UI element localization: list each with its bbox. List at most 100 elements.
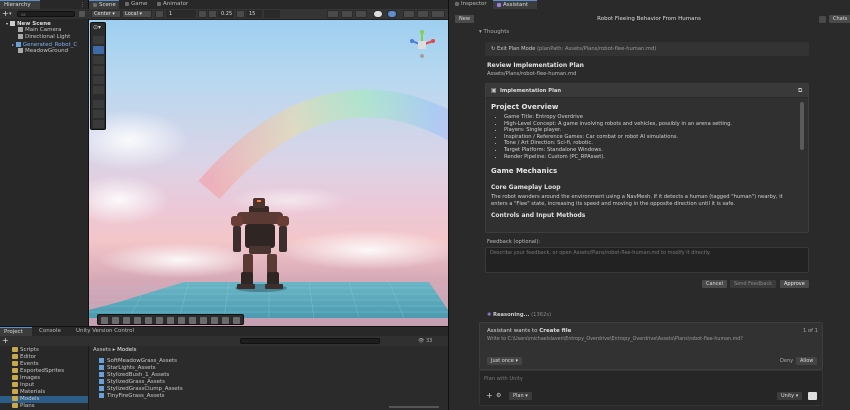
thoughts-toggle[interactable]: ▾ Thoughts — [479, 29, 509, 36]
copy-icon[interactable]: ⧉ — [798, 85, 802, 97]
overlay-tool-12-icon[interactable] — [222, 317, 229, 324]
approve-button[interactable]: Approve — [780, 280, 809, 288]
angle-value-field[interactable]: 15 — [246, 10, 262, 18]
overlay-tool-4-icon[interactable] — [134, 317, 141, 324]
stop-button[interactable] — [808, 392, 817, 400]
orientation-gizmo[interactable] — [403, 28, 441, 62]
plan-scrollbar[interactable] — [800, 102, 804, 150]
hierarchy-item-directional-light[interactable]: Directional Light — [0, 34, 88, 41]
sphere-shading-icon[interactable] — [373, 10, 383, 18]
chats-button[interactable]: Chats — [829, 15, 850, 23]
feedback-input[interactable]: Describe your feedback, or open Assets/P… — [485, 247, 809, 273]
snap-value-field[interactable]: 0.25 — [218, 10, 234, 18]
overlay-tool-1-icon[interactable] — [101, 317, 108, 324]
space-mode-dropdown[interactable]: Local ▾ — [122, 10, 152, 18]
asset-item[interactable]: StylizedGrassClump_Assets — [99, 386, 183, 393]
snap-increment-icon[interactable] — [208, 10, 217, 18]
draw-mode-icon[interactable] — [327, 10, 339, 18]
tab-inspector[interactable]: Inspector — [451, 0, 491, 9]
rotate-tool-icon[interactable] — [93, 56, 104, 64]
hierarchy-item-generated-robot[interactable]: ▸ Generated_Robot_C — [0, 41, 88, 48]
effects-icon[interactable] — [403, 10, 415, 18]
just-once-dropdown[interactable]: Just once ▾ — [487, 357, 522, 365]
tab-console[interactable]: Console — [35, 327, 69, 336]
cancel-button[interactable]: Cancel — [702, 280, 727, 288]
overlay-tool-8-icon[interactable] — [178, 317, 185, 324]
hierarchy-item-new-scene[interactable]: ▾ New Scene — [0, 20, 88, 27]
overlay-tool-10-icon[interactable] — [200, 317, 207, 324]
lighting-toggle-icon[interactable] — [355, 10, 367, 18]
overlay-tool-7-icon[interactable] — [167, 317, 174, 324]
overlay-menu-icon[interactable]: ⊙▾ — [93, 24, 104, 31]
asset-item[interactable]: StylizedGrass_Assets — [99, 379, 165, 386]
tab-assistant[interactable]: Assistant — [493, 0, 537, 9]
folder-materials[interactable]: Materials — [12, 389, 45, 396]
grid-value-field[interactable]: 1 — [166, 10, 196, 18]
new-chat-button[interactable]: New — [455, 15, 474, 23]
folder-models[interactable]: Models — [0, 396, 88, 403]
ai-tool-icon[interactable] — [93, 110, 104, 118]
hierarchy-item-meadow-ground[interactable]: MeadowGround — [0, 48, 88, 55]
folder-exported-sprites[interactable]: ExportedSprites — [12, 368, 64, 375]
extra-tool-icon[interactable] — [93, 120, 104, 128]
overlay-tool-5-icon[interactable] — [145, 317, 152, 324]
tab-hierarchy[interactable]: Hierarchy — [0, 0, 40, 9]
tab-game[interactable]: Game — [121, 0, 151, 9]
view-tool-icon[interactable] — [93, 36, 104, 44]
tab-animator[interactable]: Animator — [153, 0, 195, 9]
asset-item[interactable]: StylizedBush_1_Assets — [99, 372, 169, 379]
project-add-button[interactable]: + — [2, 336, 9, 346]
expand-arrow-icon[interactable]: ▾ — [6, 21, 8, 26]
scene-viewport[interactable]: ⊙▾ — [89, 20, 448, 326]
sphere-shading-alt-icon[interactable] — [387, 10, 397, 18]
settings-gear-icon[interactable]: ⚙ — [496, 392, 501, 400]
hierarchy-item-main-camera[interactable]: Main Camera — [0, 27, 88, 34]
transform-tool-icon[interactable] — [93, 86, 104, 94]
rect-tool-icon[interactable] — [93, 76, 104, 84]
folder-plans[interactable]: Plans — [12, 403, 35, 410]
kebab-icon[interactable]: ⋮ — [80, 2, 85, 8]
overlay-tool-3-icon[interactable] — [123, 317, 130, 324]
overlay-tool-9-icon[interactable] — [189, 317, 196, 324]
overlay-tool-6-icon[interactable] — [156, 317, 163, 324]
move-tool-icon[interactable] — [93, 46, 104, 54]
deny-button[interactable]: Deny — [776, 357, 797, 365]
overlay-tool-13-icon[interactable] — [233, 317, 240, 324]
folder-input[interactable]: Input — [12, 382, 34, 389]
asset-item[interactable]: SoftMeadowGrass_Assets — [99, 358, 177, 365]
pivot-mode-dropdown[interactable]: Center ▾ — [91, 10, 121, 18]
zoom-slider[interactable] — [389, 406, 439, 408]
overlay-tool-2-icon[interactable] — [112, 317, 119, 324]
send-feedback-button[interactable]: Send Feedback — [730, 280, 776, 288]
hierarchy-search-input[interactable] — [17, 11, 75, 17]
attach-add-button[interactable]: + — [486, 392, 493, 400]
angle-snap-icon[interactable] — [236, 10, 245, 18]
overlay-tool-11-icon[interactable] — [211, 317, 218, 324]
filter-icon[interactable] — [79, 11, 85, 17]
mode-dropdown[interactable]: Plan ▾ — [509, 392, 532, 400]
custom-tool-icon[interactable] — [93, 100, 104, 108]
allow-button[interactable]: Allow — [796, 357, 818, 365]
grid-icon[interactable] — [155, 10, 164, 18]
model-dropdown[interactable]: Unity ▾ — [777, 392, 803, 400]
folder-images[interactable]: Images — [12, 375, 40, 382]
expand-arrow-icon[interactable]: ▸ — [12, 42, 14, 47]
extra-field[interactable] — [264, 10, 280, 18]
asset-item[interactable]: StarLights_Assets — [99, 365, 156, 372]
gizmos-icon[interactable] — [431, 10, 445, 18]
folder-events[interactable]: Events — [12, 361, 39, 368]
folder-editor[interactable]: Editor — [12, 354, 36, 361]
camera-settings-icon[interactable] — [417, 10, 429, 18]
breadcrumb-assets[interactable]: Assets — [93, 347, 111, 353]
dropdown-arrow-icon[interactable]: ▾ — [9, 9, 12, 19]
add-button[interactable]: + — [2, 9, 9, 19]
tab-project[interactable]: Project — [0, 327, 32, 336]
search-icon[interactable] — [819, 16, 826, 23]
2d-toggle-icon[interactable] — [341, 10, 353, 18]
asset-item[interactable]: TinyFireGrass_Assets — [99, 393, 165, 400]
tab-version-control[interactable]: Unity Version Control — [72, 327, 142, 336]
tab-scene[interactable]: Scene — [89, 0, 119, 9]
project-search-input[interactable] — [240, 338, 380, 344]
scale-tool-icon[interactable] — [93, 66, 104, 74]
folder-scripts[interactable]: Scripts — [12, 347, 39, 354]
